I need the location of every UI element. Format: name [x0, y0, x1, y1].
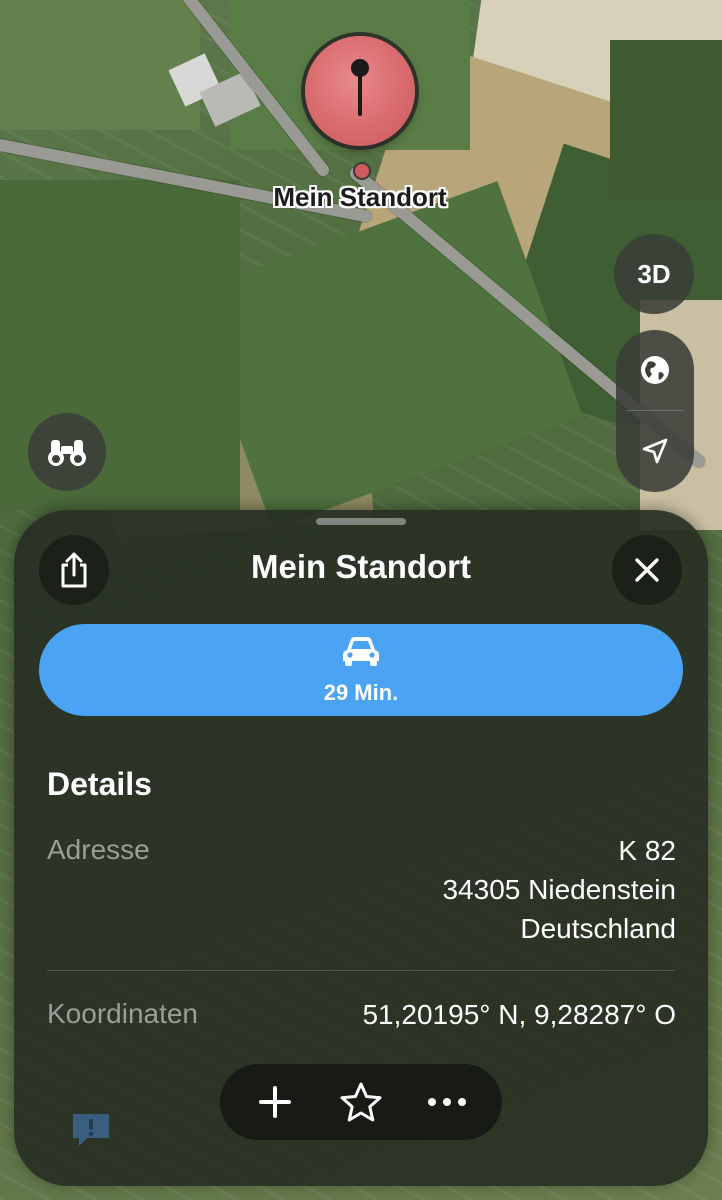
- address-line-1: K 82: [618, 835, 676, 866]
- pin-label: Mein Standort: [273, 182, 447, 212]
- share-icon: [61, 552, 87, 588]
- ellipsis-icon: [428, 1098, 466, 1106]
- globe-icon: [641, 356, 669, 384]
- action-toolbar: [220, 1064, 502, 1140]
- add-button[interactable]: [240, 1067, 310, 1137]
- map-mode-button[interactable]: [616, 330, 694, 410]
- map-control-stack: [616, 330, 694, 492]
- 3d-toggle-button[interactable]: 3D: [614, 234, 694, 314]
- sheet-grabber[interactable]: [316, 518, 406, 525]
- share-button[interactable]: [39, 535, 109, 605]
- address-value[interactable]: K 82 34305 Niedenstein Deutschland: [442, 831, 676, 948]
- address-line-3: Deutschland: [520, 913, 676, 944]
- favorite-button[interactable]: [326, 1067, 396, 1137]
- 3d-label: 3D: [637, 258, 671, 289]
- address-line-2: 34305 Niedenstein: [442, 874, 676, 905]
- report-issue-icon[interactable]: [69, 1110, 113, 1150]
- map-field: [0, 0, 200, 130]
- coordinates-value[interactable]: 51,20195° N, 9,28287° O: [362, 995, 676, 1034]
- directions-button[interactable]: 29 Min.: [39, 624, 683, 716]
- coordinates-label: Koordinaten: [47, 998, 199, 1029]
- track-location-button[interactable]: [616, 411, 694, 491]
- binoculars-icon: [48, 440, 86, 466]
- pin-anchor-dot: [353, 162, 371, 180]
- place-card-sheet: Mein Standort 29 Min. Details Adresse K …: [14, 510, 708, 1186]
- details-divider: [47, 970, 675, 971]
- look-around-button[interactable]: [28, 413, 106, 491]
- plus-icon: [259, 1086, 291, 1118]
- travel-time: 29 Min.: [323, 680, 399, 705]
- star-icon: [340, 1082, 382, 1122]
- address-label: Adresse: [47, 834, 150, 865]
- sheet-title: Mein Standort: [251, 548, 471, 585]
- location-arrow-icon: [642, 438, 668, 464]
- close-button[interactable]: [612, 535, 682, 605]
- details-heading: Details: [47, 766, 152, 802]
- more-button[interactable]: [412, 1067, 482, 1137]
- car-icon: [343, 637, 379, 666]
- close-icon: [635, 558, 659, 582]
- map-field: [610, 40, 722, 200]
- pin-needle-icon: [351, 59, 369, 116]
